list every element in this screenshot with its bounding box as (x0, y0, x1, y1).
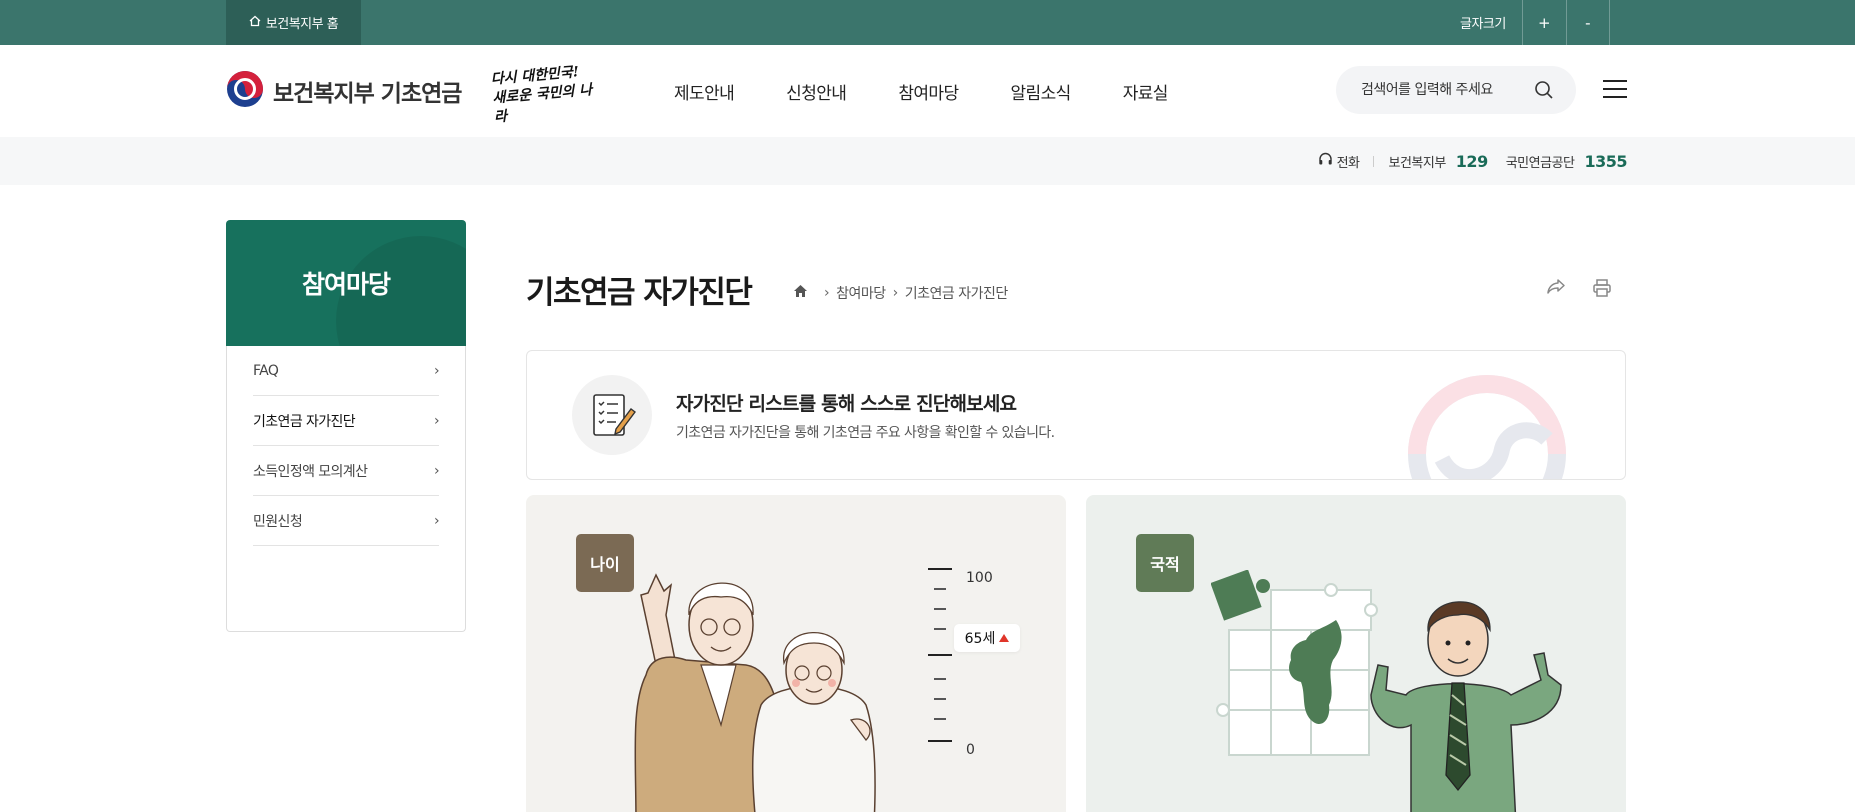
sidebar-item-faq[interactable]: FAQ › (253, 346, 440, 396)
sidebar-item-label: 소득인정액 모의계산 (253, 463, 368, 480)
breadcrumb-item[interactable]: 참여마당 (836, 283, 886, 303)
age-scale-min: 0 (966, 742, 975, 758)
triangle-up-icon (999, 634, 1010, 642)
slogan-line: 새로운 국민의 나라 (491, 82, 593, 126)
age-marker: 65세 (954, 624, 1020, 652)
sidebar-title: 참여마당 (301, 270, 391, 299)
age-card[interactable]: 나이 100 65세 0 (526, 495, 1066, 812)
sidebar-item-income-calculator[interactable]: 소득인정액 모의계산 › (253, 446, 440, 496)
contact-org-nps: 국민연금공단 (1505, 155, 1575, 171)
share-icon[interactable] (1546, 278, 1566, 302)
nav-item-application-guide[interactable]: 신청안내 (786, 79, 847, 104)
breadcrumb-item-current: 기초연금 자가진단 (904, 286, 1009, 302)
sidebar-item-self-diagnosis[interactable]: 기초연금 자가진단 › (253, 396, 440, 446)
slogan: 다시 대한민국! 새로운 국민의 나라 (490, 61, 602, 125)
ministry-home-link[interactable]: 보건복지부 홈 (226, 0, 361, 45)
contact-bar: 전화 보건복지부 129 국민연금공단 1355 (0, 137, 1855, 185)
font-size-label: 글자크기 (1460, 17, 1506, 32)
nav-item-news[interactable]: 알림소식 (1011, 79, 1072, 104)
chevron-right-icon: › (434, 412, 440, 429)
headset-icon (1318, 152, 1333, 171)
main-nav: 제도안내 신청안내 참여마당 알림소식 자료실 (674, 45, 1220, 137)
taegeuk-logo-icon (226, 70, 264, 112)
site-header: 보건복지부 기초연금 다시 대한민국! 새로운 국민의 나라 제도안내 신청안내… (0, 45, 1855, 137)
age-scale-max: 100 (966, 570, 993, 586)
breadcrumb-separator: › (824, 285, 830, 301)
phone-label: 전화 (1318, 152, 1360, 171)
contact-number-ministry[interactable]: 129 (1456, 152, 1488, 171)
sidebar-title-box: 참여마당 (226, 220, 466, 346)
sidebar-item-label: 기초연금 자가진단 (253, 413, 356, 430)
nav-item-participation[interactable]: 참여마당 (898, 79, 959, 104)
divider (1373, 155, 1375, 167)
top-utility-bar: 보건복지부 홈 글자크기 + - (0, 0, 1855, 45)
search-input[interactable] (1361, 82, 1521, 98)
print-icon[interactable] (1592, 278, 1612, 302)
hamburger-menu-icon[interactable] (1603, 80, 1627, 100)
sidebar-item-label: FAQ (253, 362, 279, 379)
chevron-right-icon: › (434, 462, 440, 479)
breadcrumb: › 참여마당 › 기초연금 자가진단 (793, 283, 1008, 303)
search-box (1336, 66, 1576, 114)
home-icon (249, 15, 261, 31)
logo-text: 보건복지부 기초연금 (273, 81, 462, 107)
age-marker-value: 65세 (964, 631, 996, 647)
intro-box: 자가진단 리스트를 통해 스스로 진단해보세요 기초연금 자가진단을 통해 기초… (526, 350, 1626, 480)
font-increase-button[interactable]: + (1521, 0, 1566, 45)
elderly-couple-illustration-icon (626, 555, 916, 812)
page-title: 기초연금 자가진단 (526, 275, 753, 311)
phone-label-text: 전화 (1336, 155, 1360, 171)
nationality-card[interactable]: 국적 (1086, 495, 1626, 812)
chevron-right-icon: › (434, 362, 440, 379)
search-icon[interactable] (1534, 80, 1554, 104)
breadcrumb-separator: › (892, 285, 899, 301)
font-size-control: 글자크기 + - (1460, 0, 1610, 45)
contact-org-ministry: 보건복지부 (1388, 155, 1446, 171)
chevron-right-icon: › (434, 512, 440, 529)
sidebar-item-label: 민원신청 (253, 513, 303, 530)
taegeuk-watermark-icon (1402, 369, 1572, 479)
font-decrease-button[interactable]: - (1565, 0, 1610, 45)
home-icon[interactable] (793, 284, 808, 302)
ministry-home-label: 보건복지부 홈 (265, 17, 339, 32)
intro-description: 기초연금 자가진단을 통해 기초연금 주요 사항을 확인할 수 있습니다. (676, 425, 1055, 441)
intro-title: 자가진단 리스트를 통해 스스로 진단해보세요 (676, 393, 1017, 415)
site-logo[interactable]: 보건복지부 기초연금 (226, 70, 462, 112)
age-scale-ruler (926, 567, 954, 747)
nav-item-resources[interactable]: 자료실 (1123, 79, 1169, 104)
contact-info: 전화 보건복지부 129 국민연금공단 1355 (1318, 137, 1627, 185)
sidebar-item-civil-petition[interactable]: 민원신청 › (253, 496, 440, 546)
contact-number-nps[interactable]: 1355 (1584, 152, 1627, 171)
checklist-icon (572, 375, 652, 455)
sidebar-menu: FAQ › 기초연금 자가진단 › 소득인정액 모의계산 › 민원신청 › (226, 346, 466, 632)
man-thumbs-up-illustration-icon (1366, 585, 1566, 812)
page-tools (1546, 278, 1612, 302)
nav-item-system-guide[interactable]: 제도안내 (674, 79, 735, 104)
nationality-badge: 국적 (1136, 534, 1194, 592)
